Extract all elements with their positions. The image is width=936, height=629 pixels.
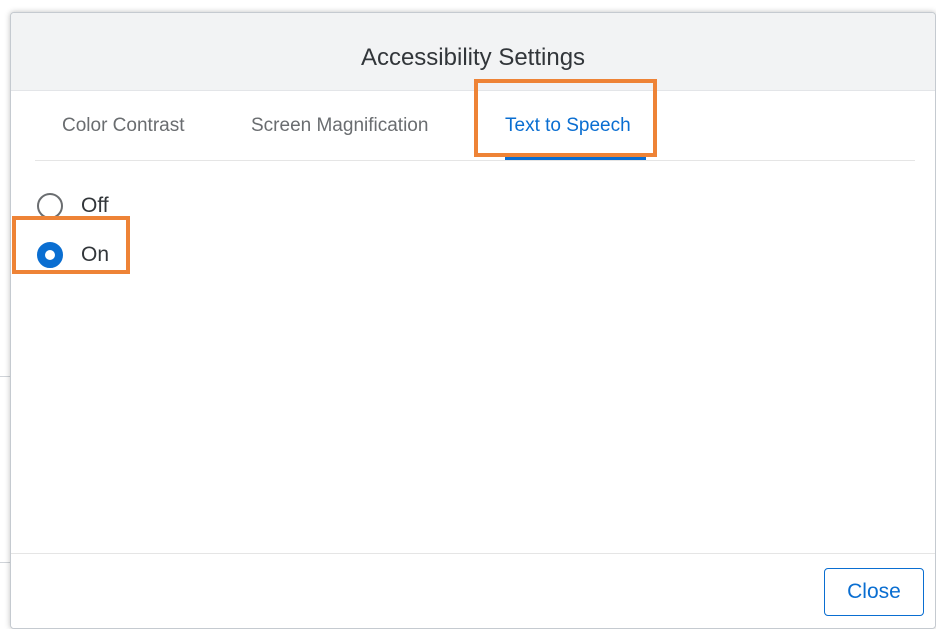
radio-off-label: Off (81, 194, 109, 217)
dialog-title: Accessibility Settings (360, 43, 586, 71)
close-button[interactable]: Close (824, 568, 924, 616)
dialog-footer: Close (11, 553, 935, 628)
highlight-box-tab (474, 79, 657, 157)
tab-screen-magnification[interactable]: Screen Magnification (251, 91, 428, 161)
dialog-header: Accessibility Settings (11, 13, 935, 91)
selected-tab-indicator (505, 157, 646, 160)
highlight-box-on-option (12, 216, 130, 274)
tab-color-contrast[interactable]: Color Contrast (62, 91, 185, 161)
accessibility-settings-dialog: Accessibility Settings Color Contrast Sc… (10, 12, 936, 629)
